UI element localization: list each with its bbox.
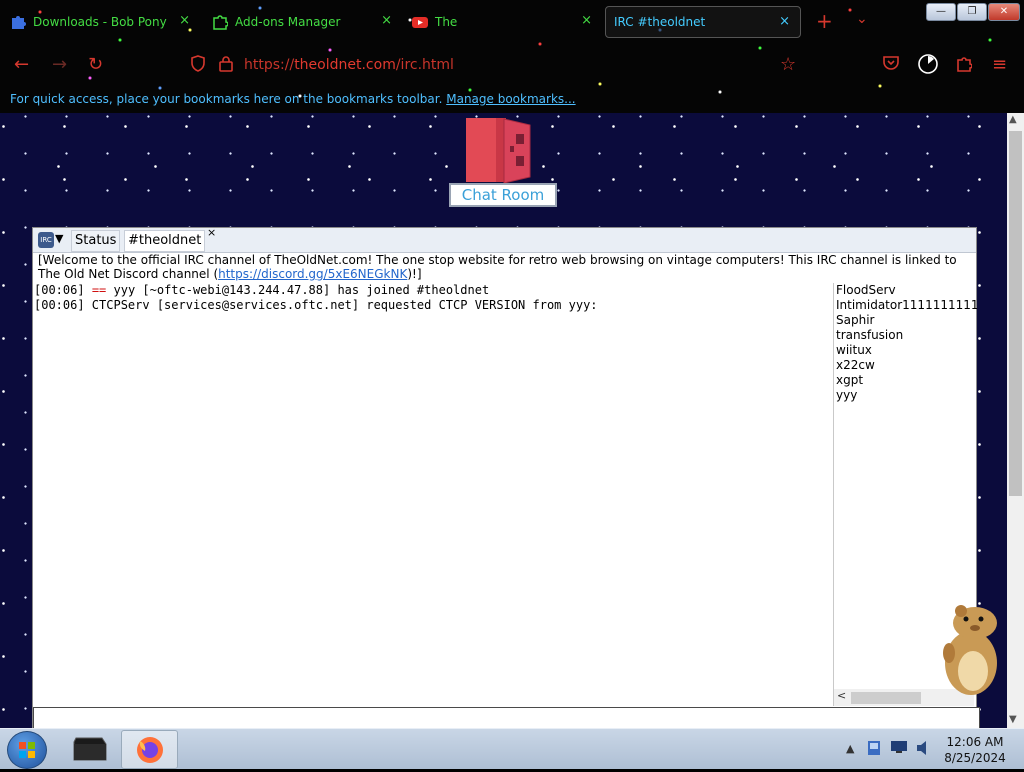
irc-tab-status[interactable]: Status: [71, 230, 121, 252]
tab-irc-theoldnet[interactable]: IRC #theoldnet ×: [605, 6, 801, 38]
maximize-button[interactable]: ❐: [957, 3, 987, 21]
tab-downloads[interactable]: Downloads - Bob Pony ×: [10, 6, 200, 38]
page-viewport: Chat Room IRC ▼ Status #theoldnet × [Wel…: [0, 113, 1007, 728]
url-field[interactable]: https://theoldnet.com/irc.html: [244, 57, 454, 73]
log-line: [00:06] == yyy [~oftc-webi@143.244.47.88…: [33, 283, 833, 298]
log-line: [00:06] CTCPServ [services@services.oftc…: [33, 298, 833, 313]
url-path: /irc.html: [395, 57, 454, 73]
door-icon[interactable]: [466, 116, 532, 184]
chat-room-button[interactable]: Chat Room: [449, 183, 557, 207]
tab-close-icon[interactable]: ×: [581, 13, 592, 28]
account-icon[interactable]: [918, 54, 938, 78]
start-button[interactable]: [7, 731, 47, 769]
minimize-button[interactable]: —: [926, 3, 956, 21]
tab-close-icon[interactable]: ×: [179, 13, 190, 28]
firefox-icon: [137, 737, 163, 763]
nick-item[interactable]: xgpt: [834, 373, 977, 388]
discord-link[interactable]: https://discord.gg/5xE6NEGkNK: [218, 267, 407, 281]
irc-tab-close-icon[interactable]: ×: [207, 226, 216, 239]
log-text: yyy [~oftc-webi@143.244.47.88] has joine…: [106, 283, 490, 297]
log-time: [00:06]: [34, 298, 85, 312]
topic-end: )!]: [407, 267, 422, 281]
network-icon[interactable]: [866, 739, 882, 760]
volume-icon[interactable]: [915, 739, 931, 760]
irc-tab-bar: IRC ▼ Status #theoldnet ×: [33, 226, 976, 253]
list-all-tabs-icon[interactable]: ⌄: [856, 11, 868, 27]
log-time: [00:06]: [34, 283, 85, 297]
youtube-icon: [412, 14, 428, 30]
scroll-down-icon[interactable]: ▼: [1009, 714, 1017, 725]
scroll-up-icon[interactable]: ▲: [1009, 114, 1017, 125]
url-prefix: https://: [244, 57, 295, 73]
nick-item[interactable]: Intimidator11111111111: [834, 298, 977, 313]
clock-time: 12:06 AM: [946, 735, 1004, 749]
taskbar-app-folder[interactable]: [62, 730, 117, 767]
pocket-icon[interactable]: [883, 56, 899, 75]
tab-title: The: [435, 15, 458, 29]
lock-icon[interactable]: [219, 55, 233, 76]
tab-close-icon[interactable]: ×: [381, 13, 392, 28]
taskbar-app-firefox[interactable]: [121, 730, 178, 769]
irc-tab-theoldnet[interactable]: #theoldnet: [124, 230, 206, 252]
shield-icon[interactable]: [190, 55, 206, 76]
channel-topic: [Welcome to the official IRC channel of …: [38, 253, 968, 281]
irc-logo-icon[interactable]: IRC: [38, 232, 54, 248]
forward-icon[interactable]: →: [52, 54, 67, 75]
new-tab-button[interactable]: +: [816, 9, 833, 33]
bookmarks-hint-text: For quick access, place your bookmarks h…: [10, 92, 443, 106]
bookmark-star-icon[interactable]: ☆: [780, 54, 796, 75]
message-input[interactable]: [33, 707, 980, 728]
folder-icon: [73, 737, 107, 761]
dancing-hamster-icon: [943, 605, 997, 695]
windows-logo-icon: [19, 742, 35, 758]
irc-client: IRC ▼ Status #theoldnet × [Welcome to th…: [32, 226, 980, 728]
irc-menu-dropdown-icon[interactable]: ▼: [55, 232, 63, 245]
menu-icon[interactable]: ≡: [992, 54, 1007, 75]
bookmarks-toolbar: For quick access, place your bookmarks h…: [10, 92, 576, 106]
close-window-button[interactable]: ✕: [988, 3, 1020, 21]
tab-youtube[interactable]: The ×: [412, 6, 602, 38]
tab-addons-manager[interactable]: Add-ons Manager ×: [212, 6, 402, 38]
extensions-icon[interactable]: [956, 55, 973, 76]
nick-item[interactable]: wiitux: [834, 343, 977, 358]
log-marker: ==: [91, 283, 107, 297]
tab-title: Add-ons Manager: [235, 15, 341, 29]
back-icon[interactable]: ←: [14, 54, 29, 75]
log-text: CTCPServ [services@services.oftc.net] re…: [84, 298, 598, 312]
nick-item[interactable]: transfusion: [834, 328, 977, 343]
nick-item[interactable]: Saphir: [834, 313, 977, 328]
puzzle-blue-icon: [10, 14, 26, 30]
system-clock[interactable]: 12:06 AM 8/25/2024: [944, 734, 1006, 766]
tray-show-hidden-icon[interactable]: ▲: [846, 742, 854, 755]
nick-list-scroll-thumb[interactable]: [851, 692, 921, 704]
display-icon[interactable]: [890, 740, 908, 757]
nick-item[interactable]: x22cw: [834, 358, 977, 373]
message-log: [00:06] == yyy [~oftc-webi@143.244.47.88…: [33, 283, 833, 313]
page-scroll-thumb[interactable]: [1009, 131, 1022, 496]
taskbar: ▲ 12:06 AM 8/25/2024: [0, 728, 1024, 769]
tab-title: Downloads - Bob Pony: [33, 15, 167, 29]
clock-date: 8/25/2024: [944, 751, 1006, 765]
url-host: theoldnet.com: [294, 57, 396, 73]
nick-item[interactable]: yyy: [834, 388, 977, 403]
topic-text: [Welcome to the official IRC channel of …: [38, 253, 957, 281]
reload-icon[interactable]: ↻: [88, 54, 103, 75]
scroll-left-icon[interactable]: <: [837, 689, 846, 702]
tab-close-icon[interactable]: ×: [779, 14, 790, 29]
nick-item[interactable]: FloodServ: [834, 283, 977, 298]
tab-title: IRC #theoldnet: [614, 15, 706, 29]
puzzle-icon: [212, 14, 229, 30]
manage-bookmarks-link[interactable]: Manage bookmarks...: [446, 92, 575, 106]
browser-chrome: Downloads - Bob Pony × Add-ons Manager ×…: [0, 0, 1024, 113]
